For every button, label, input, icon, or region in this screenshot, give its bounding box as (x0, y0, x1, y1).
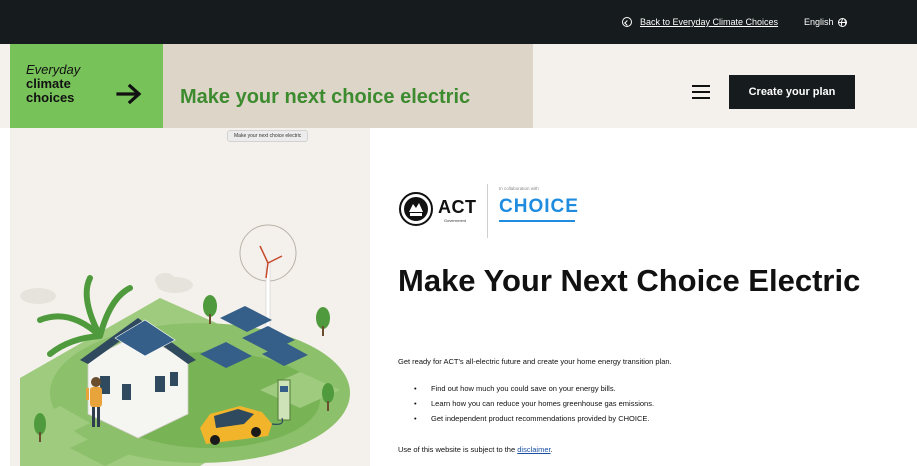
logo-text[interactable]: Everyday climate choices (26, 63, 80, 105)
hamburger-menu-icon[interactable] (692, 85, 710, 99)
language-selector[interactable]: English (804, 17, 847, 27)
logo-line-3: choices (26, 90, 75, 105)
top-bar: Back to Everyday Climate Choices English (0, 0, 917, 44)
list-item: Learn how you can reduce your homes gree… (414, 396, 654, 411)
list-item: Find out how much you could save on your… (414, 381, 654, 396)
logo-divider (487, 184, 488, 238)
act-government-text: Government (444, 218, 467, 223)
back-link[interactable]: Back to Everyday Climate Choices (640, 17, 778, 27)
disclaimer-text: Use of this website is subject to the di… (398, 445, 553, 454)
language-label: English (804, 17, 834, 27)
back-arrow-icon (622, 17, 632, 27)
disclaimer-link[interactable]: disclaimer (517, 445, 550, 454)
collaboration-text: In collaboration with (499, 186, 539, 191)
list-item: Get independent product recommendations … (414, 411, 654, 426)
choice-logo-underline (499, 220, 575, 222)
create-plan-button[interactable]: Create your plan (729, 75, 855, 109)
page-title: Make Your Next Choice Electric (398, 263, 861, 298)
logo-line-2: climate (26, 76, 71, 91)
act-logo-text: ACT (438, 197, 477, 217)
disclaimer-prefix: Use of this website is subject to the (398, 445, 518, 454)
benefits-list: Find out how much you could save on your… (414, 381, 654, 426)
globe-icon (837, 17, 847, 27)
hero-illustration (10, 128, 370, 466)
arrow-right-icon (116, 83, 142, 105)
back-link-group[interactable]: Back to Everyday Climate Choices (622, 17, 778, 27)
electric-home-illustration (20, 224, 350, 466)
disclaimer-suffix: . (550, 445, 553, 454)
act-coat-of-arms-icon (399, 192, 433, 226)
title-tooltip: Make your next choice electric (227, 130, 309, 142)
intro-text: Get ready for ACT's all-electric future … (398, 357, 672, 366)
site-title: Make your next choice electric (180, 86, 471, 108)
choice-logo: CHOICE (499, 196, 579, 217)
logo-line-1: Everyday (26, 62, 81, 77)
